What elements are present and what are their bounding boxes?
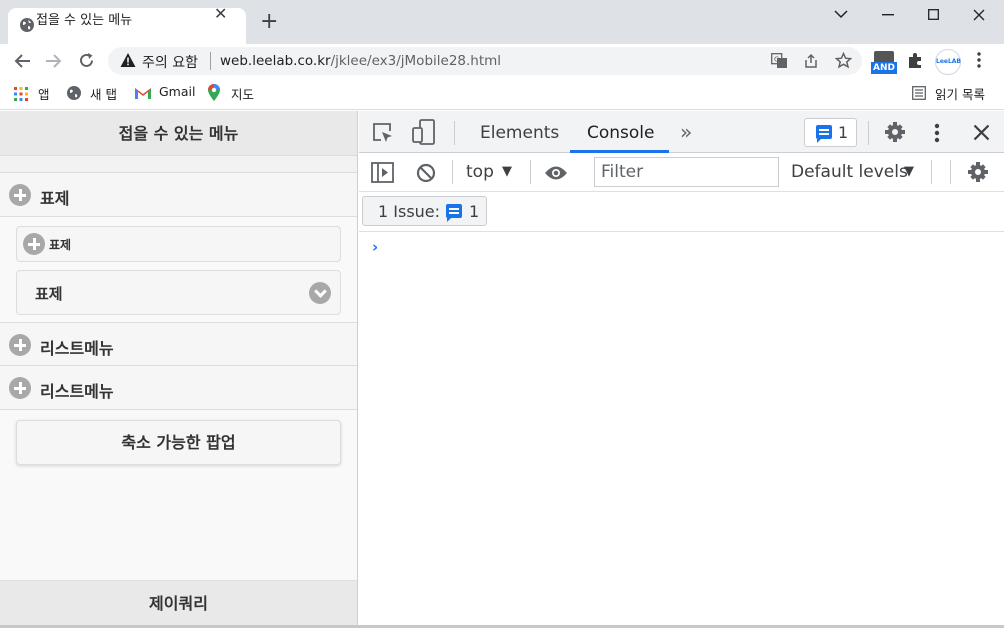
tab-console[interactable]: Console bbox=[587, 123, 655, 143]
bookmark-apps[interactable]: 앱 bbox=[38, 84, 50, 103]
plus-circle-icon bbox=[23, 233, 45, 255]
globe-icon bbox=[20, 18, 34, 32]
back-arrow-icon[interactable] bbox=[13, 53, 31, 69]
translate-icon[interactable]: G bbox=[771, 53, 788, 69]
and-extension-label: AND bbox=[871, 62, 897, 74]
new-tab-plus-icon[interactable]: + bbox=[260, 11, 278, 33]
page-header: 접을 수 있는 메뉴 bbox=[0, 111, 357, 156]
collapsible-label: 표제 bbox=[40, 189, 70, 208]
caret-down-icon: ▼ bbox=[904, 164, 914, 179]
issues-counter-value: 1 bbox=[838, 123, 849, 142]
collapsible-heading-3[interactable]: 리스트메뉴 bbox=[0, 366, 357, 410]
bookmark-gmail[interactable]: Gmail bbox=[159, 84, 195, 99]
console-prompt-chevron-icon[interactable]: › bbox=[372, 238, 378, 256]
issues-chip-count: 1 bbox=[469, 202, 480, 221]
issues-chip-button[interactable]: 1 Issue: 1 bbox=[362, 196, 487, 226]
inspect-element-icon[interactable] bbox=[372, 122, 394, 144]
url-path: /jklee/ex3/jMobile28.html bbox=[330, 53, 502, 69]
reading-list-icon[interactable] bbox=[912, 86, 926, 100]
device-toolbar-icon[interactable] bbox=[412, 119, 436, 145]
gmail-icon bbox=[135, 88, 151, 99]
toolbar-separator bbox=[452, 160, 453, 184]
plus-circle-icon bbox=[9, 377, 31, 399]
reload-icon[interactable] bbox=[78, 52, 95, 69]
issues-chip-label: 1 Issue: bbox=[378, 202, 441, 221]
collapsible-label: 리스트메뉴 bbox=[40, 382, 114, 401]
collapsible-popup-button[interactable]: 축소 가능한 팝업 bbox=[16, 420, 341, 465]
caret-down-icon: ▼ bbox=[502, 164, 512, 179]
svg-text:G: G bbox=[774, 56, 779, 64]
close-devtools-icon[interactable] bbox=[973, 124, 990, 141]
nested-collapsible-label: 표제 bbox=[49, 238, 72, 252]
minimize-icon[interactable] bbox=[882, 14, 894, 16]
security-note[interactable]: 주의 요함 bbox=[142, 52, 198, 72]
select-value: 표제 bbox=[35, 285, 63, 303]
url-text[interactable]: web.leelab.co.kr/jklee/ex3/jMobile28.htm… bbox=[220, 53, 501, 69]
apps-grid-icon bbox=[14, 86, 28, 101]
url-host: web.leelab.co.kr bbox=[220, 53, 331, 69]
omnibox-separator bbox=[210, 52, 211, 70]
message-badge-icon bbox=[446, 204, 462, 222]
toolbar-separator bbox=[868, 121, 869, 145]
nested-collapsible-heading[interactable]: 표제 bbox=[16, 226, 341, 262]
browser-window: 접을 수 있는 메뉴 ✕ + 주의 요함 web.leelab.co.kr/jk… bbox=[0, 0, 1004, 628]
tab-close-icon[interactable]: ✕ bbox=[214, 6, 227, 22]
page-footer: 제이쿼리 bbox=[0, 580, 357, 626]
log-levels-value: Default levels bbox=[791, 162, 908, 182]
maps-pin-icon bbox=[208, 84, 220, 101]
issues-counter-button[interactable]: 1 bbox=[804, 118, 857, 147]
and-extension-icon[interactable]: AND bbox=[871, 51, 897, 75]
toolbar-separator bbox=[454, 121, 455, 145]
collapsible-heading-2[interactable]: 리스트메뉴 bbox=[0, 322, 357, 366]
console-filter-input[interactable] bbox=[594, 157, 779, 187]
reading-list-label[interactable]: 읽기 목록 bbox=[935, 84, 985, 103]
collapsible-heading-1[interactable]: 표제 bbox=[0, 173, 357, 217]
select-menu[interactable]: 표제 bbox=[16, 270, 341, 315]
share-icon[interactable] bbox=[803, 53, 819, 69]
context-value: top bbox=[466, 162, 494, 182]
plus-circle-icon bbox=[9, 184, 31, 206]
tab-search-chevron-icon[interactable] bbox=[834, 9, 848, 19]
eye-icon[interactable] bbox=[544, 165, 568, 181]
header-divider bbox=[0, 156, 357, 173]
gear-icon[interactable] bbox=[884, 121, 906, 143]
puzzle-extensions-icon[interactable] bbox=[907, 52, 924, 69]
bookmark-star-icon[interactable] bbox=[835, 52, 852, 69]
bookmark-new-tab[interactable]: 새 탭 bbox=[90, 84, 117, 103]
warning-triangle-icon[interactable] bbox=[120, 52, 136, 68]
context-selector[interactable]: top ▼ bbox=[466, 162, 520, 184]
bookmark-maps[interactable]: 지도 bbox=[231, 84, 254, 103]
maximize-icon[interactable] bbox=[928, 9, 939, 20]
more-tabs-chevron-icon[interactable]: » bbox=[680, 120, 692, 144]
message-badge-icon bbox=[816, 125, 832, 143]
tab-title: 접을 수 있는 메뉴 bbox=[36, 13, 133, 28]
menu-kebab-icon[interactable] bbox=[977, 52, 981, 68]
plus-circle-icon bbox=[9, 334, 31, 356]
forward-arrow-icon[interactable] bbox=[45, 53, 63, 69]
toolbar-separator bbox=[950, 160, 951, 184]
collapsible-label: 리스트메뉴 bbox=[40, 339, 114, 358]
console-settings-gear-icon[interactable] bbox=[967, 161, 989, 183]
tab-elements[interactable]: Elements bbox=[480, 123, 559, 143]
log-levels-dropdown[interactable]: Default levels ▼ bbox=[791, 162, 921, 184]
devtools-menu-kebab-icon[interactable] bbox=[934, 123, 940, 143]
chevron-down-icon bbox=[309, 282, 331, 304]
clear-console-icon[interactable] bbox=[416, 163, 436, 183]
and-extension-top bbox=[874, 51, 894, 62]
toolbar-separator bbox=[530, 160, 531, 184]
globe-icon bbox=[67, 86, 81, 100]
toolbar-separator bbox=[931, 160, 932, 184]
leelab-profile-icon[interactable]: LeeLAB bbox=[935, 49, 961, 75]
sidebar-toggle-icon[interactable] bbox=[371, 162, 394, 183]
window-close-icon[interactable] bbox=[973, 9, 985, 21]
